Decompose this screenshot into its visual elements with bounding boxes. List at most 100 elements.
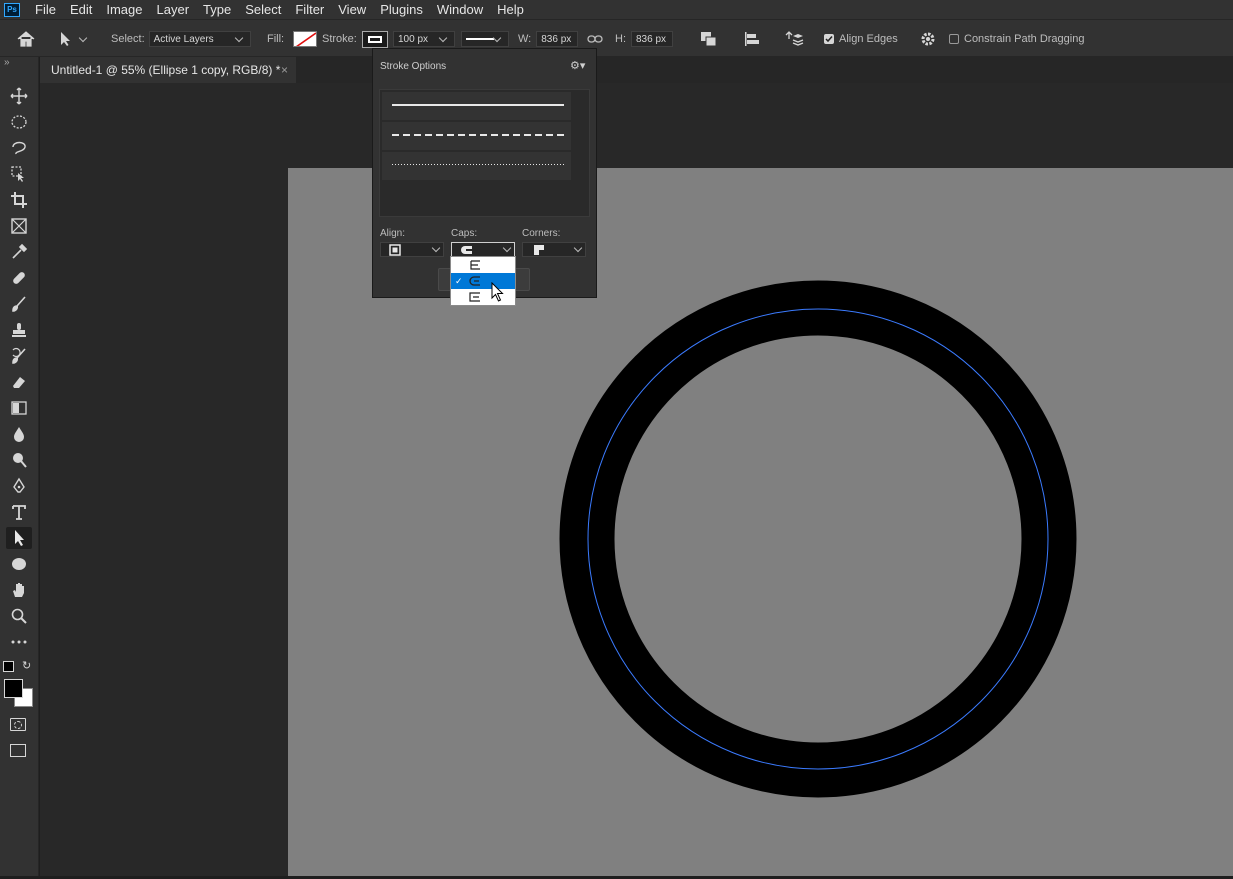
default-colors-icon[interactable] (3, 661, 14, 672)
gear-icon[interactable]: ⚙▾ (570, 59, 585, 72)
menu-help[interactable]: Help (490, 0, 531, 19)
close-icon[interactable]: × (281, 63, 288, 77)
caps-option-round[interactable]: ✓ (451, 273, 515, 289)
brush-tool-button[interactable] (6, 293, 32, 315)
menu-edit[interactable]: Edit (63, 0, 99, 19)
menu-window[interactable]: Window (430, 0, 490, 19)
stroke-width-field[interactable]: 100 px (393, 31, 455, 47)
height-label: H: (615, 33, 626, 45)
pen-tool-button[interactable] (6, 475, 32, 497)
chevron-down-icon (78, 33, 88, 42)
constrain-path-checkbox[interactable] (949, 34, 959, 44)
more-tools-button[interactable] (6, 631, 32, 653)
fill-swatch[interactable] (293, 31, 318, 47)
type-tool-button[interactable] (6, 501, 32, 523)
stroke-swatch[interactable] (361, 30, 388, 48)
path-arrangement-icon (785, 31, 804, 46)
width-label: W: (518, 33, 532, 45)
history-brush-button[interactable] (6, 345, 32, 367)
eraser-tool-button[interactable] (6, 371, 32, 393)
brush-tool-icon (12, 296, 26, 312)
path-selection-tool-button[interactable] (6, 527, 32, 549)
menu-type[interactable]: Type (196, 0, 238, 19)
screen-mode-icon[interactable] (10, 744, 26, 757)
quick-mask-icon[interactable] (10, 718, 26, 731)
select-label: Select: (111, 33, 145, 45)
menu-select[interactable]: Select (238, 0, 288, 19)
healing-brush-button[interactable] (6, 267, 32, 289)
marquee-tool-button[interactable] (6, 111, 32, 133)
height-value: 836 px (636, 33, 667, 45)
caps-option-butt[interactable] (451, 257, 515, 273)
eyedropper-tool-icon (12, 243, 28, 259)
corners-dropdown[interactable] (522, 242, 586, 257)
swap-colors-icon[interactable]: ↻ (22, 659, 31, 672)
caps-label: Caps: (451, 228, 478, 239)
gradient-tool-button[interactable] (6, 397, 32, 419)
menu-plugins[interactable]: Plugins (373, 0, 430, 19)
dodge-tool-button[interactable] (6, 449, 32, 471)
menu-file[interactable]: File (28, 0, 63, 19)
path-operations-icon (701, 32, 717, 47)
stroke-presets-list (379, 89, 590, 217)
dotted-line-icon (392, 164, 564, 165)
home-button[interactable] (16, 20, 36, 58)
path-arrangement-button[interactable] (785, 20, 805, 58)
stroke-type-dropdown[interactable] (461, 31, 509, 47)
frame-tool-button[interactable] (6, 215, 32, 237)
round-cap-icon (469, 276, 480, 286)
document-tab[interactable]: Untitled-1 @ 55% (Ellipse 1 copy, RGB/8)… (40, 57, 296, 83)
eraser-tool-icon (13, 377, 25, 388)
width-value: 836 px (541, 33, 572, 45)
chevron-down-icon (438, 33, 448, 42)
chevron-down-icon (573, 243, 583, 253)
ellipse-tool-button[interactable] (6, 553, 32, 575)
eyedropper-tool-button[interactable] (6, 241, 32, 263)
hand-tool-icon (13, 583, 24, 597)
path-settings-button[interactable] (919, 20, 937, 58)
path-selection-tool-icon (15, 530, 24, 546)
foreground-color-swatch[interactable] (4, 679, 23, 698)
type-tool-icon (12, 505, 26, 520)
clone-stamp-button[interactable] (6, 319, 32, 341)
preset-dotted-line[interactable] (382, 152, 571, 180)
zoom-tool-button[interactable] (6, 605, 32, 627)
zoom-tool-icon (11, 608, 27, 624)
lasso-tool-button[interactable] (6, 137, 32, 159)
stroke-label: Stroke: (322, 33, 357, 45)
tool-preset-picker[interactable] (58, 20, 90, 58)
caps-dropdown-menu: ✓ (450, 256, 516, 306)
history-brush-icon (12, 347, 26, 364)
menu-layer[interactable]: Layer (150, 0, 197, 19)
path-selection-arrow-icon (61, 32, 70, 46)
collapse-panel-icon[interactable]: » (4, 57, 10, 68)
no-fill-icon (296, 32, 317, 46)
select-dropdown[interactable]: Active Layers (148, 31, 251, 47)
align-edges-checkbox[interactable] (824, 34, 834, 44)
path-alignment-button[interactable] (743, 20, 761, 58)
preset-solid-line[interactable] (382, 92, 571, 120)
height-field[interactable]: 836 px (631, 31, 673, 47)
menu-image[interactable]: Image (99, 0, 149, 19)
crop-tool-button[interactable] (6, 189, 32, 211)
select-value: Active Layers (153, 33, 214, 45)
stroke-color-icon (367, 35, 382, 43)
width-field[interactable]: 836 px (536, 31, 579, 47)
chevron-down-icon (492, 33, 502, 42)
stroke-type-solid-icon (466, 38, 494, 40)
caps-option-square[interactable] (451, 289, 515, 305)
preset-dashed-line[interactable] (382, 122, 571, 150)
caps-dropdown[interactable] (451, 242, 515, 257)
ellipse-stroke[interactable] (559, 280, 1077, 798)
healing-brush-icon (13, 272, 25, 284)
path-operations-button[interactable] (700, 20, 718, 58)
crop-tool-icon (11, 192, 27, 208)
move-tool-button[interactable] (6, 85, 32, 107)
menu-view[interactable]: View (331, 0, 373, 19)
menu-filter[interactable]: Filter (288, 0, 331, 19)
hand-tool-button[interactable] (6, 579, 32, 601)
link-icon (587, 35, 603, 43)
object-select-tool-button[interactable] (6, 163, 32, 185)
align-dropdown[interactable] (380, 242, 444, 257)
blur-tool-button[interactable] (6, 423, 32, 445)
